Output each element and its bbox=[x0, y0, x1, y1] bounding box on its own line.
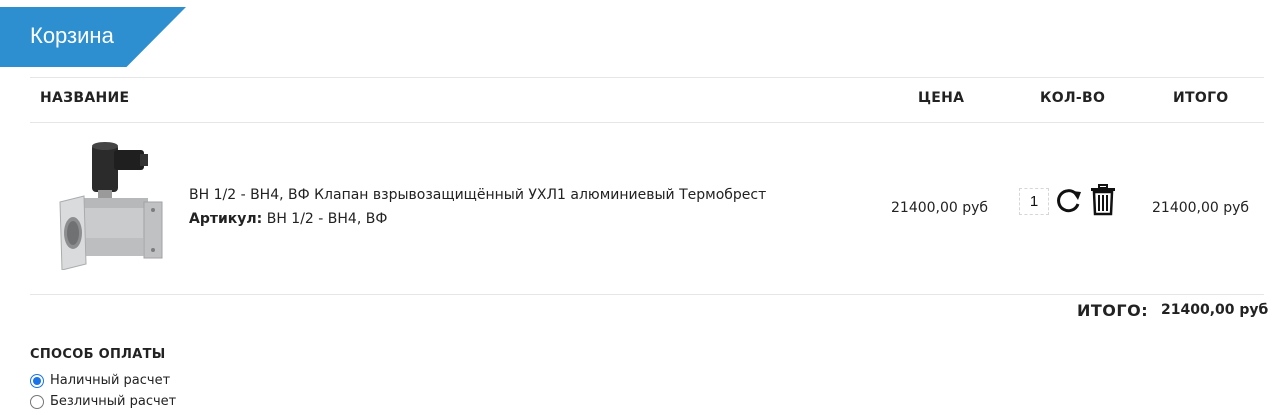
payment-method-title: СПОСОБ ОПЛАТЫ bbox=[30, 347, 166, 362]
product-name-link[interactable]: ВН 1/2 - ВН4, ВФ Клапан взрывозащищённый… bbox=[189, 187, 766, 203]
refresh-icon[interactable] bbox=[1054, 188, 1083, 214]
product-sku: Артикул: ВН 1/2 - ВН4, ВФ bbox=[189, 211, 387, 227]
payment-option-cashless[interactable]: Безличный расчет bbox=[30, 394, 176, 409]
row-divider-right bbox=[875, 294, 1264, 295]
quantity-input[interactable]: 1 bbox=[1019, 188, 1049, 215]
page-title: Корзина bbox=[30, 23, 114, 48]
payment-radio-cash[interactable] bbox=[30, 373, 44, 388]
column-header-total: ИТОГО bbox=[1173, 90, 1229, 106]
item-price: 21400,00 руб bbox=[891, 200, 989, 216]
payment-option-label: Безличный расчет bbox=[50, 394, 177, 409]
trash-icon[interactable] bbox=[1090, 184, 1116, 216]
payment-radio-cashless[interactable] bbox=[30, 394, 44, 409]
payment-option-cash[interactable]: Наличный расчет bbox=[30, 373, 170, 388]
column-header-name: НАЗВАНИЕ bbox=[40, 90, 130, 106]
column-header-qty: КОЛ-ВО bbox=[1040, 90, 1106, 106]
sku-label: Артикул: bbox=[189, 211, 263, 227]
row-divider-left bbox=[30, 294, 875, 295]
header-divider-right bbox=[875, 122, 1264, 123]
table-top-divider bbox=[30, 77, 1264, 78]
line-total: 21400,00 руб bbox=[1152, 200, 1250, 216]
cart-total-value: 21400,00 руб bbox=[1161, 302, 1269, 318]
cart-total-label: ИТОГО: bbox=[1077, 301, 1149, 320]
sku-value: ВН 1/2 - ВН4, ВФ bbox=[266, 211, 388, 227]
header-divider-left bbox=[30, 122, 875, 123]
gas-valve-product-image bbox=[59, 142, 163, 270]
column-header-price: ЦЕНА bbox=[918, 90, 965, 106]
payment-option-label: Наличный расчет bbox=[50, 373, 171, 388]
